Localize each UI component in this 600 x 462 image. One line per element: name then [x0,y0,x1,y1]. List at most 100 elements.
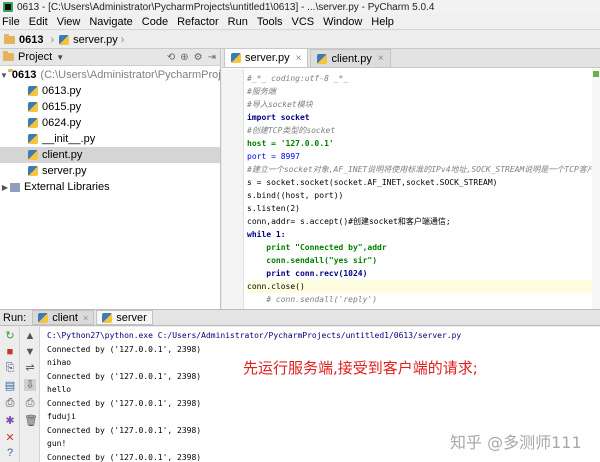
library-icon [10,182,20,192]
title-bar: 0613 - [C:\Users\Administrator\PycharmPr… [0,0,600,14]
menu-view[interactable]: View [57,16,81,28]
tree-root[interactable]: ▼ 0613 (C:\Users\Administrator\PycharmPr… [0,67,220,83]
menu-edit[interactable]: Edit [29,16,48,28]
tree-file-label: server.py [42,165,87,177]
project-panel: Project ▼ ⟲ ⊕ ⚙ ⇥ ▼ 0613 (C:\Users\Admin… [0,49,221,309]
console-line: C:\Python27\python.exe C:/Users/Administ… [47,331,462,340]
trash-icon[interactable]: 🗑 [24,415,38,427]
scroll-to-end-icon[interactable]: ⇩ [24,379,36,391]
tree-root-path: (C:\Users\Administrator\PycharmProjects\… [40,69,221,81]
code-line: conn,addr= s.accept()#创建socket和客户端通信; [247,217,451,226]
menu-refactor[interactable]: Refactor [177,16,219,28]
python-file-icon [28,166,38,176]
code-line: s.listen(2) [247,204,300,213]
menu-vcs[interactable]: VCS [292,16,315,28]
run-tool-bar: Run: client × server [0,309,600,326]
code-line: conn.sendall("yes sir") [247,256,378,265]
rerun-icon[interactable]: ↻ [4,330,16,342]
code-line: import socket [247,113,310,122]
breadcrumb: 0613 › server.py › [0,31,600,49]
watermark: 知乎 @多测师111 [450,433,582,452]
tree-file[interactable]: 0615.py [0,99,220,115]
tree-file[interactable]: server.py [0,163,220,179]
close-icon[interactable]: × [296,53,302,64]
menu-tools[interactable]: Tools [257,16,283,28]
project-panel-header: Project ▼ ⟲ ⊕ ⚙ ⇥ [0,49,220,66]
run-label: Run: [3,311,27,324]
run-tab-label: client [52,311,78,324]
chevron-right-icon: › [50,33,55,46]
tree-file-label: __init__.py [42,133,96,145]
print-icon[interactable]: ⎙ [4,397,16,409]
code-area[interactable]: #_*_ coding:utf-8 _*_ #服务端 #导入socket模块 i… [222,69,600,309]
code-line: port = 8997 [247,152,300,161]
help-icon[interactable]: ? [4,447,16,459]
pin-icon[interactable]: ▤ [4,380,16,392]
code-text[interactable]: #_*_ coding:utf-8 _*_ #服务端 #导入socket模块 i… [247,72,600,306]
console-line: hello [47,385,72,394]
tab-label: client.py [331,52,372,65]
print-icon[interactable]: ⎙ [24,397,36,409]
tree-file-label: client.py [42,149,83,161]
tree-external-libraries[interactable]: ▶ External Libraries [0,179,220,195]
arrow-down-icon[interactable]: ▼ [24,346,36,358]
console-line: Connected by ('127.0.0.1', 2398) [47,398,202,408]
run-panel: ↻ ■ ⎘ ▤ ⎙ ✱ ✕ ? ▲ ▼ ⇌ ⇩ ⎙ 🗑 C:\Python27\… [0,327,600,462]
tree-file-label: 0624.py [42,117,82,129]
check-icon [593,71,599,77]
line-gutter [222,69,244,309]
project-view-selector[interactable]: Project ▼ [3,51,64,63]
project-tree: ▼ 0613 (C:\Users\Administrator\PycharmPr… [0,66,220,195]
project-panel-title: Project [18,51,53,63]
code-line: while 1: [247,230,286,239]
python-file-icon [102,312,113,323]
tab-client-py[interactable]: client.py × [310,49,391,67]
python-file-icon [28,150,38,160]
debug-icon[interactable]: ✱ [4,415,16,427]
python-file-icon [28,86,38,96]
console-line: fuduji [47,412,76,421]
menu-file[interactable]: File [2,16,20,28]
tree-file[interactable]: 0613.py [0,83,220,99]
gear-icon[interactable]: ⚙ [194,52,203,63]
menu-code[interactable]: Code [142,16,168,28]
python-file-icon [28,134,38,144]
folder-icon [4,33,15,44]
restore-layout-icon[interactable]: ⎘ [4,362,16,374]
breadcrumb-file[interactable]: server.py [73,34,118,46]
sync-icon[interactable]: ⟲ [167,52,175,63]
editor-tabs: server.py × client.py × [222,49,600,68]
tree-file-selected[interactable]: client.py [0,147,220,163]
soft-wrap-icon[interactable]: ⇌ [24,362,36,374]
locate-icon[interactable]: ⊕ [180,52,188,63]
run-tab-label: server [116,311,147,324]
code-line: #建立一个socket对象,AF_INET说明将使用标准的IPv4地址,SOCK… [247,165,600,174]
chevron-right-icon: › [120,33,125,46]
arrow-up-icon[interactable]: ▲ [24,330,36,342]
menu-help[interactable]: Help [371,16,394,28]
code-line: host = '127.0.0.1' [247,139,334,148]
run-tab-client[interactable]: client × [32,310,95,325]
hide-icon[interactable]: ⇥ [208,52,216,63]
close-icon[interactable]: ✕ [4,432,16,444]
breadcrumb-project[interactable]: 0613 [19,34,43,46]
python-file-icon [38,312,49,323]
menu-bar: File Edit View Navigate Code Refactor Ru… [0,14,600,30]
stop-icon[interactable]: ■ [4,346,16,358]
menu-run[interactable]: Run [228,16,248,28]
close-icon[interactable]: × [83,313,88,323]
code-line: #创建TCP类型的socket [247,126,336,135]
python-file-icon [231,53,241,63]
python-file-icon [59,34,70,45]
tree-file[interactable]: __init__.py [0,131,220,147]
close-icon[interactable]: × [378,53,384,64]
run-tab-server[interactable]: server [96,310,153,325]
tab-server-py[interactable]: server.py × [224,49,309,67]
tree-file[interactable]: 0624.py [0,115,220,131]
menu-window[interactable]: Window [323,16,362,28]
chevron-down-icon: ▼ [56,52,65,62]
python-file-icon [28,102,38,112]
code-line: print "Connected by",addr [247,243,387,252]
folder-icon [3,51,14,61]
menu-navigate[interactable]: Navigate [89,16,132,28]
